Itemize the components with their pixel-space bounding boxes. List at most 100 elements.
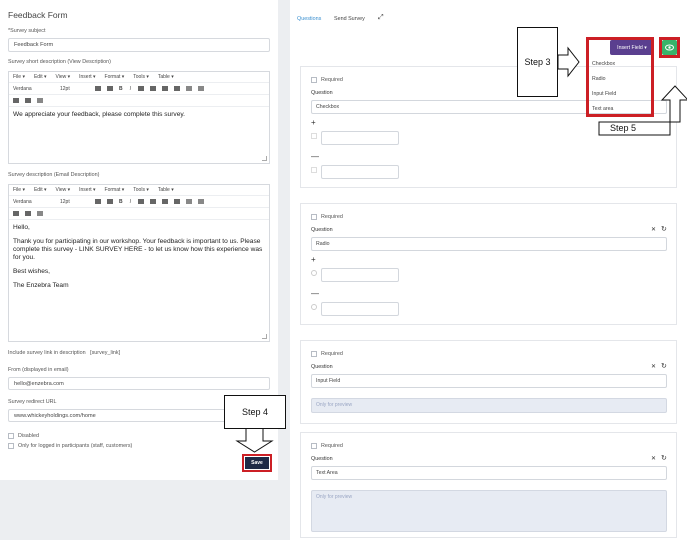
option-checkbox	[311, 167, 317, 173]
bold-icon[interactable]: B	[119, 199, 123, 205]
resize-handle-icon[interactable]	[262, 334, 267, 339]
bullet-list-icon[interactable]	[13, 98, 19, 103]
short-description-editor[interactable]: File ▾ Edit ▾ View ▾ Insert ▾ Format ▾ T…	[8, 71, 270, 164]
add-option-icon[interactable]: +	[311, 118, 316, 127]
align-left-icon[interactable]	[138, 86, 145, 91]
refresh-icon[interactable]: ↻	[661, 454, 667, 462]
text-color-icon[interactable]	[95, 86, 101, 91]
link-icon[interactable]	[198, 86, 205, 91]
justify-icon[interactable]	[174, 199, 181, 204]
link-icon[interactable]	[198, 199, 205, 204]
close-icon[interactable]: ✕	[651, 363, 656, 370]
required-checkbox[interactable]	[311, 77, 317, 83]
align-right-icon[interactable]	[162, 86, 169, 91]
redirect-url-label: Survey redirect URL	[8, 399, 57, 405]
font-family-select[interactable]: Verdana	[13, 199, 53, 205]
menu-insert[interactable]: Insert ▾	[79, 187, 95, 193]
menu-format[interactable]: Format ▾	[105, 187, 125, 193]
logged-in-label: Only for logged in participants (staff, …	[18, 443, 133, 449]
bullet-list-icon[interactable]	[13, 211, 19, 216]
menu-tools[interactable]: Tools ▾	[133, 187, 149, 193]
step5-label: Step 5	[610, 123, 637, 133]
include-link-text: Include survey link in description	[8, 350, 86, 356]
tab-send-survey[interactable]: Send Survey	[334, 16, 365, 22]
menu-edit[interactable]: Edit ▾	[34, 187, 47, 193]
resize-handle-icon[interactable]	[262, 156, 267, 161]
image-icon[interactable]	[186, 86, 193, 91]
close-icon[interactable]: ✕	[651, 226, 656, 233]
required-checkbox[interactable]	[311, 443, 317, 449]
align-left-icon[interactable]	[138, 199, 145, 204]
survey-subject-label: *Survey subject	[8, 28, 46, 34]
align-center-icon[interactable]	[150, 86, 157, 91]
numbered-list-icon[interactable]	[25, 211, 31, 216]
menu-view[interactable]: View ▾	[55, 74, 70, 80]
question-input[interactable]: Radio	[311, 237, 667, 251]
disabled-checkbox[interactable]	[8, 433, 14, 439]
option-input[interactable]	[321, 302, 399, 316]
option-input[interactable]	[321, 131, 399, 145]
menu-file[interactable]: File ▾	[13, 187, 25, 193]
menu-insert[interactable]: Insert ▾	[79, 74, 95, 80]
question-label: Question	[311, 456, 333, 462]
align-right-icon[interactable]	[162, 199, 169, 204]
font-family-select[interactable]: Verdana	[13, 86, 53, 92]
disabled-label: Disabled	[18, 433, 39, 439]
step5-highlight	[659, 37, 680, 58]
undo-icon[interactable]	[37, 98, 43, 103]
font-size-select[interactable]: 12pt	[60, 86, 88, 92]
question-card-input-field: Required Question ✕ ↻ Input Field Only f…	[300, 340, 677, 424]
required-checkbox[interactable]	[311, 351, 317, 357]
email-description-text[interactable]: Hello, Thank you for participating in ou…	[9, 220, 269, 300]
bold-icon[interactable]: B	[119, 86, 123, 92]
undo-icon[interactable]	[37, 211, 43, 216]
menu-table[interactable]: Table ▾	[158, 74, 174, 80]
italic-icon[interactable]: I	[130, 199, 131, 205]
expand-icon[interactable]: ⤢	[378, 14, 384, 22]
remove-option-icon[interactable]: —	[311, 289, 319, 298]
font-size-select[interactable]: 12pt	[60, 199, 88, 205]
menu-tools[interactable]: Tools ▾	[133, 74, 149, 80]
align-center-icon[interactable]	[150, 199, 157, 204]
required-label: Required	[321, 214, 343, 220]
question-input[interactable]: Input Field	[311, 374, 667, 388]
required-label: Required	[321, 77, 343, 83]
highlight-icon[interactable]	[107, 199, 113, 204]
question-input[interactable]: Text Area	[311, 466, 667, 480]
survey-subject-input[interactable]: Feedback Form	[8, 38, 270, 52]
email-description-editor[interactable]: File ▾ Edit ▾ View ▾ Insert ▾ Format ▾ T…	[8, 184, 270, 342]
from-label: From (displayed in email)	[8, 367, 69, 373]
required-checkbox[interactable]	[311, 214, 317, 220]
short-description-text[interactable]: We appreciate your feedback, please comp…	[9, 107, 269, 123]
numbered-list-icon[interactable]	[25, 98, 31, 103]
step4-callout: Step 4	[224, 395, 286, 429]
option-input[interactable]	[321, 268, 399, 282]
option-input[interactable]	[321, 165, 399, 179]
save-button[interactable]: Save	[242, 454, 272, 472]
tab-questions[interactable]: Questions	[297, 16, 321, 22]
italic-icon[interactable]: I	[130, 86, 131, 92]
menu-format[interactable]: Format ▾	[105, 74, 125, 80]
question-card-text-area: Required Question ✕ ↻ Text Area Only for…	[300, 432, 677, 538]
refresh-icon[interactable]: ↻	[661, 362, 667, 370]
logged-in-checkbox[interactable]	[8, 443, 14, 449]
remove-option-icon[interactable]: —	[311, 152, 319, 161]
refresh-icon[interactable]: ↻	[661, 225, 667, 233]
text-color-icon[interactable]	[95, 199, 101, 204]
from-email-input[interactable]: hello@enzebra.com	[8, 377, 270, 390]
menu-view[interactable]: View ▾	[55, 187, 70, 193]
justify-icon[interactable]	[174, 86, 181, 91]
question-card-radio: Required Question ✕ ↻ Radio + —	[300, 203, 677, 325]
close-icon[interactable]: ✕	[651, 455, 656, 462]
menu-edit[interactable]: Edit ▾	[34, 74, 47, 80]
menu-table[interactable]: Table ▾	[158, 187, 174, 193]
highlight-icon[interactable]	[107, 86, 113, 91]
add-option-icon[interactable]: +	[311, 255, 316, 264]
menu-file[interactable]: File ▾	[13, 74, 25, 80]
email-line: Hello,	[13, 224, 30, 231]
email-line: Best wishes,	[13, 268, 51, 275]
preview-textarea: Only for preview	[311, 490, 667, 532]
required-label: Required	[321, 351, 343, 357]
preview-input: Only for preview	[311, 398, 667, 413]
image-icon[interactable]	[186, 199, 193, 204]
